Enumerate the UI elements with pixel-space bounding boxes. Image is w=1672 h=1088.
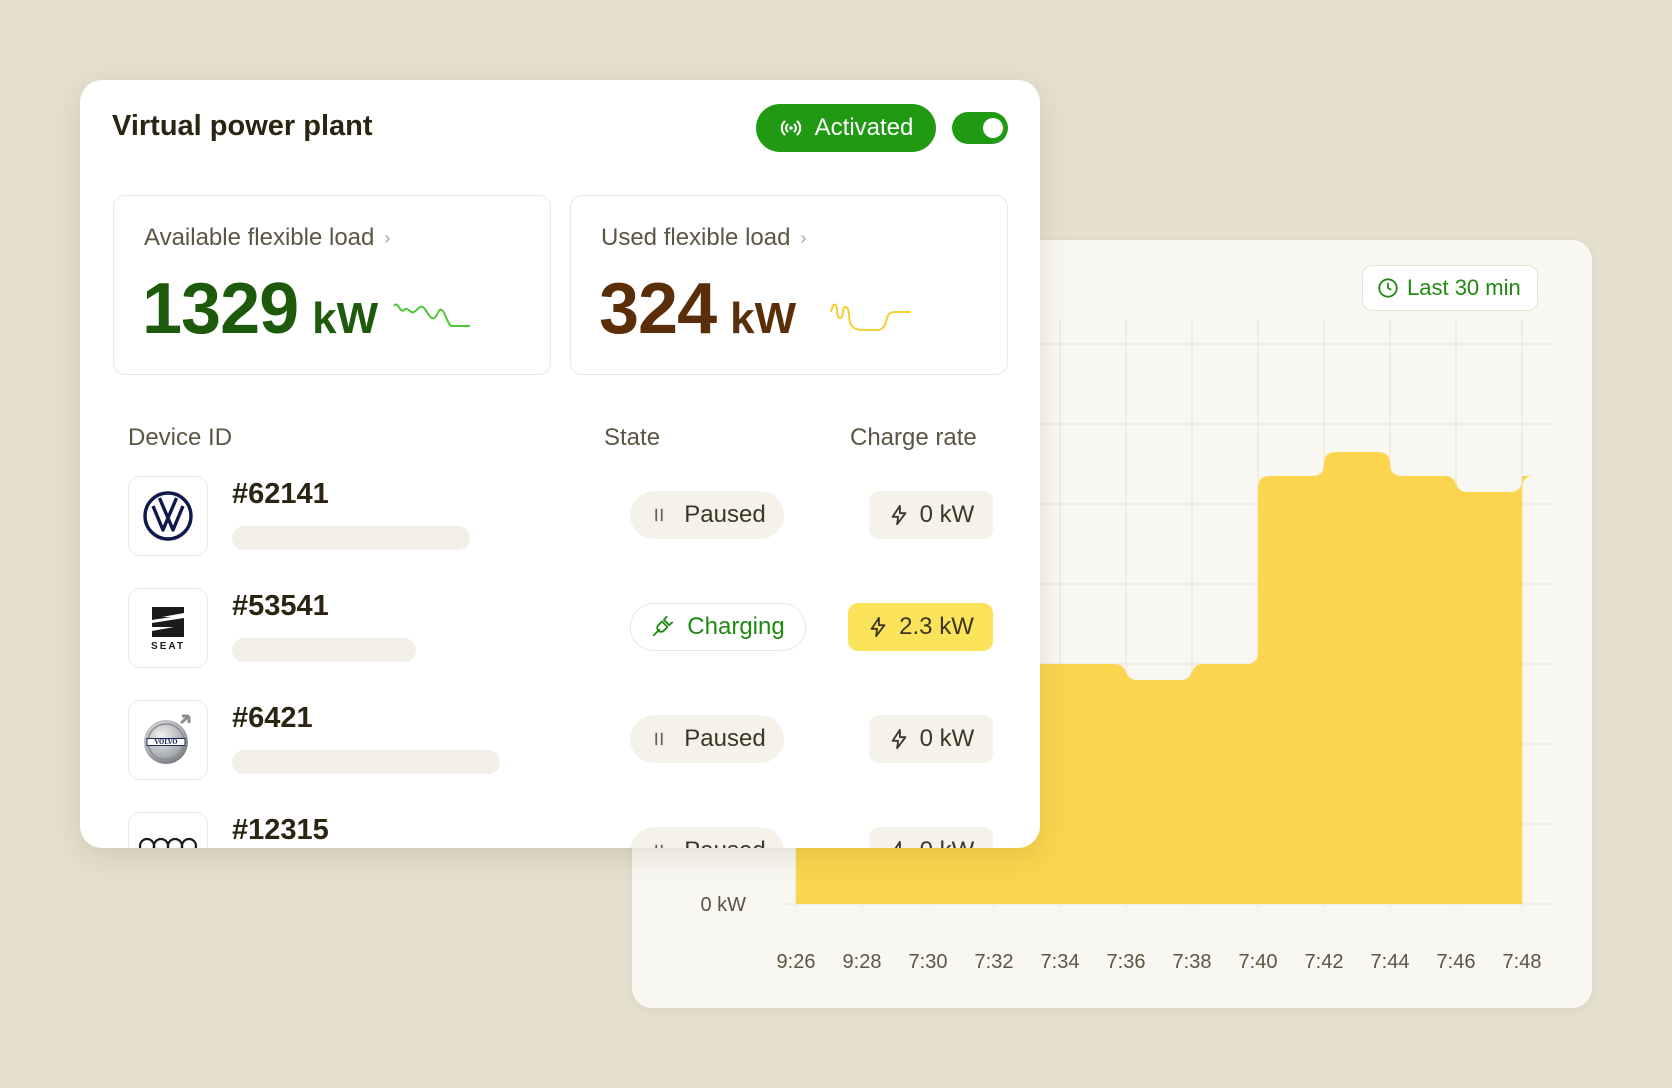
charge-rate-badge: 2.3 kW — [848, 603, 993, 651]
charge-rate-badge: 0 kW — [869, 491, 993, 539]
activated-label: Activated — [814, 114, 914, 141]
audi-logo-icon — [138, 837, 198, 848]
clock-icon — [1378, 278, 1398, 298]
state-label: Paused — [684, 725, 766, 752]
x-tick-label: 7:48 — [1503, 951, 1542, 973]
x-tick-label: 7:44 — [1371, 951, 1410, 973]
x-tick-label: 7:34 — [1041, 951, 1080, 973]
pause-icon — [655, 508, 663, 522]
device-id: #53541 — [232, 590, 329, 622]
volkswagen-logo-icon — [143, 491, 193, 541]
x-tick-label: 7:36 — [1107, 951, 1146, 973]
seat-logo-icon — [152, 606, 184, 637]
plug-icon — [653, 616, 674, 637]
available-load-label-row: Available flexible load › — [144, 224, 390, 252]
device-id: #12315 — [232, 814, 329, 846]
x-tick-label: 9:28 — [843, 951, 882, 973]
brand-logo: VOLVO — [128, 700, 208, 780]
activated-status-button[interactable]: Activated — [756, 104, 936, 152]
charge-rate-badge: 0 kW — [869, 715, 993, 763]
x-tick-label: 7:38 — [1173, 951, 1212, 973]
x-tick-label: 7:32 — [975, 951, 1014, 973]
available-load-card[interactable]: Available flexible load › 1329 kW — [113, 195, 551, 375]
skeleton-bar — [232, 638, 416, 662]
volvo-logo-text: VOLVO — [153, 739, 177, 746]
charge-rate-label: 2.3 kW — [899, 613, 974, 640]
brand-logo: SEAT — [128, 588, 208, 668]
used-sparkline-icon — [830, 303, 911, 331]
charge-rate-label: 0 kW — [919, 501, 975, 528]
state-label: Paused — [684, 501, 766, 528]
available-load-unit: kW — [312, 294, 379, 343]
table-row[interactable]: VOLVO #6421 Paused 0 kW — [80, 700, 1040, 812]
available-load-value-row: 1329 kW — [142, 268, 378, 350]
column-header-device-id: Device ID — [128, 424, 233, 451]
table-row[interactable]: #12315 Paused 0 kW — [80, 812, 1040, 848]
x-tick-label: 9:26 — [777, 951, 816, 973]
available-load-value: 1329 — [142, 269, 299, 349]
x-tick-label: 7:30 — [909, 951, 948, 973]
column-header-charge-rate: Charge rate — [850, 424, 977, 451]
lightning-icon — [891, 504, 906, 526]
lightning-icon — [894, 840, 901, 848]
state-label: Charging — [687, 613, 785, 640]
x-tick-label: 7:46 — [1437, 951, 1476, 973]
device-id: #6421 — [232, 702, 313, 734]
column-header-state: State — [604, 424, 661, 451]
virtual-power-plant-card: Virtual power plant Activated Available … — [80, 80, 1040, 848]
lightning-icon — [870, 616, 886, 638]
table-row[interactable]: SEAT #53541 Charging 2.3 kW — [80, 588, 1040, 700]
used-load-value-row: 324 kW — [599, 268, 796, 350]
page-title: Virtual power plant — [112, 110, 373, 142]
skeleton-bar — [232, 750, 500, 774]
time-range-button[interactable]: Last 30 min — [1362, 265, 1538, 311]
pause-icon — [655, 732, 663, 746]
used-load-value: 324 — [599, 269, 717, 349]
device-id: #62141 — [232, 478, 329, 510]
brand-logo — [128, 476, 208, 556]
volvo-logo-icon: VOLVO — [144, 714, 191, 764]
y-tick-label: 0 kW — [700, 894, 746, 916]
used-load-unit: kW — [730, 294, 797, 343]
skeleton-bar — [232, 526, 470, 550]
charge-rate-label: 0 kW — [919, 725, 975, 752]
brand-logo — [128, 812, 208, 848]
state-badge-charging: Charging — [630, 603, 806, 651]
pause-icon — [655, 844, 663, 848]
x-tick-label: 7:40 — [1239, 951, 1278, 973]
available-load-label: Available flexible load — [144, 224, 375, 251]
lightning-icon — [891, 728, 906, 750]
charge-rate-label: 0 kW — [920, 837, 975, 848]
state-badge-paused: Paused — [630, 827, 784, 848]
time-range-label: Last 30 min — [1407, 275, 1521, 300]
broadcast-icon — [780, 120, 801, 136]
state-badge-paused: Paused — [630, 491, 784, 539]
charge-rate-badge: 0 kW — [869, 827, 993, 848]
state-badge-paused: Paused — [630, 715, 784, 763]
available-sparkline-icon — [393, 303, 470, 327]
x-tick-label: 7:42 — [1305, 951, 1344, 973]
used-load-label-row: Used flexible load › — [601, 224, 806, 252]
chevron-right-icon: › — [800, 227, 807, 248]
used-load-card[interactable]: Used flexible load › 324 kW — [570, 195, 1008, 375]
state-label: Paused — [684, 837, 765, 848]
chevron-right-icon: › — [384, 227, 391, 248]
used-load-label: Used flexible load — [601, 224, 791, 251]
seat-logo-text: SEAT — [151, 640, 185, 652]
activation-toggle[interactable] — [952, 112, 1008, 144]
table-row[interactable]: #62141 Paused 0 kW — [80, 476, 1040, 588]
toggle-knob — [983, 118, 1003, 138]
